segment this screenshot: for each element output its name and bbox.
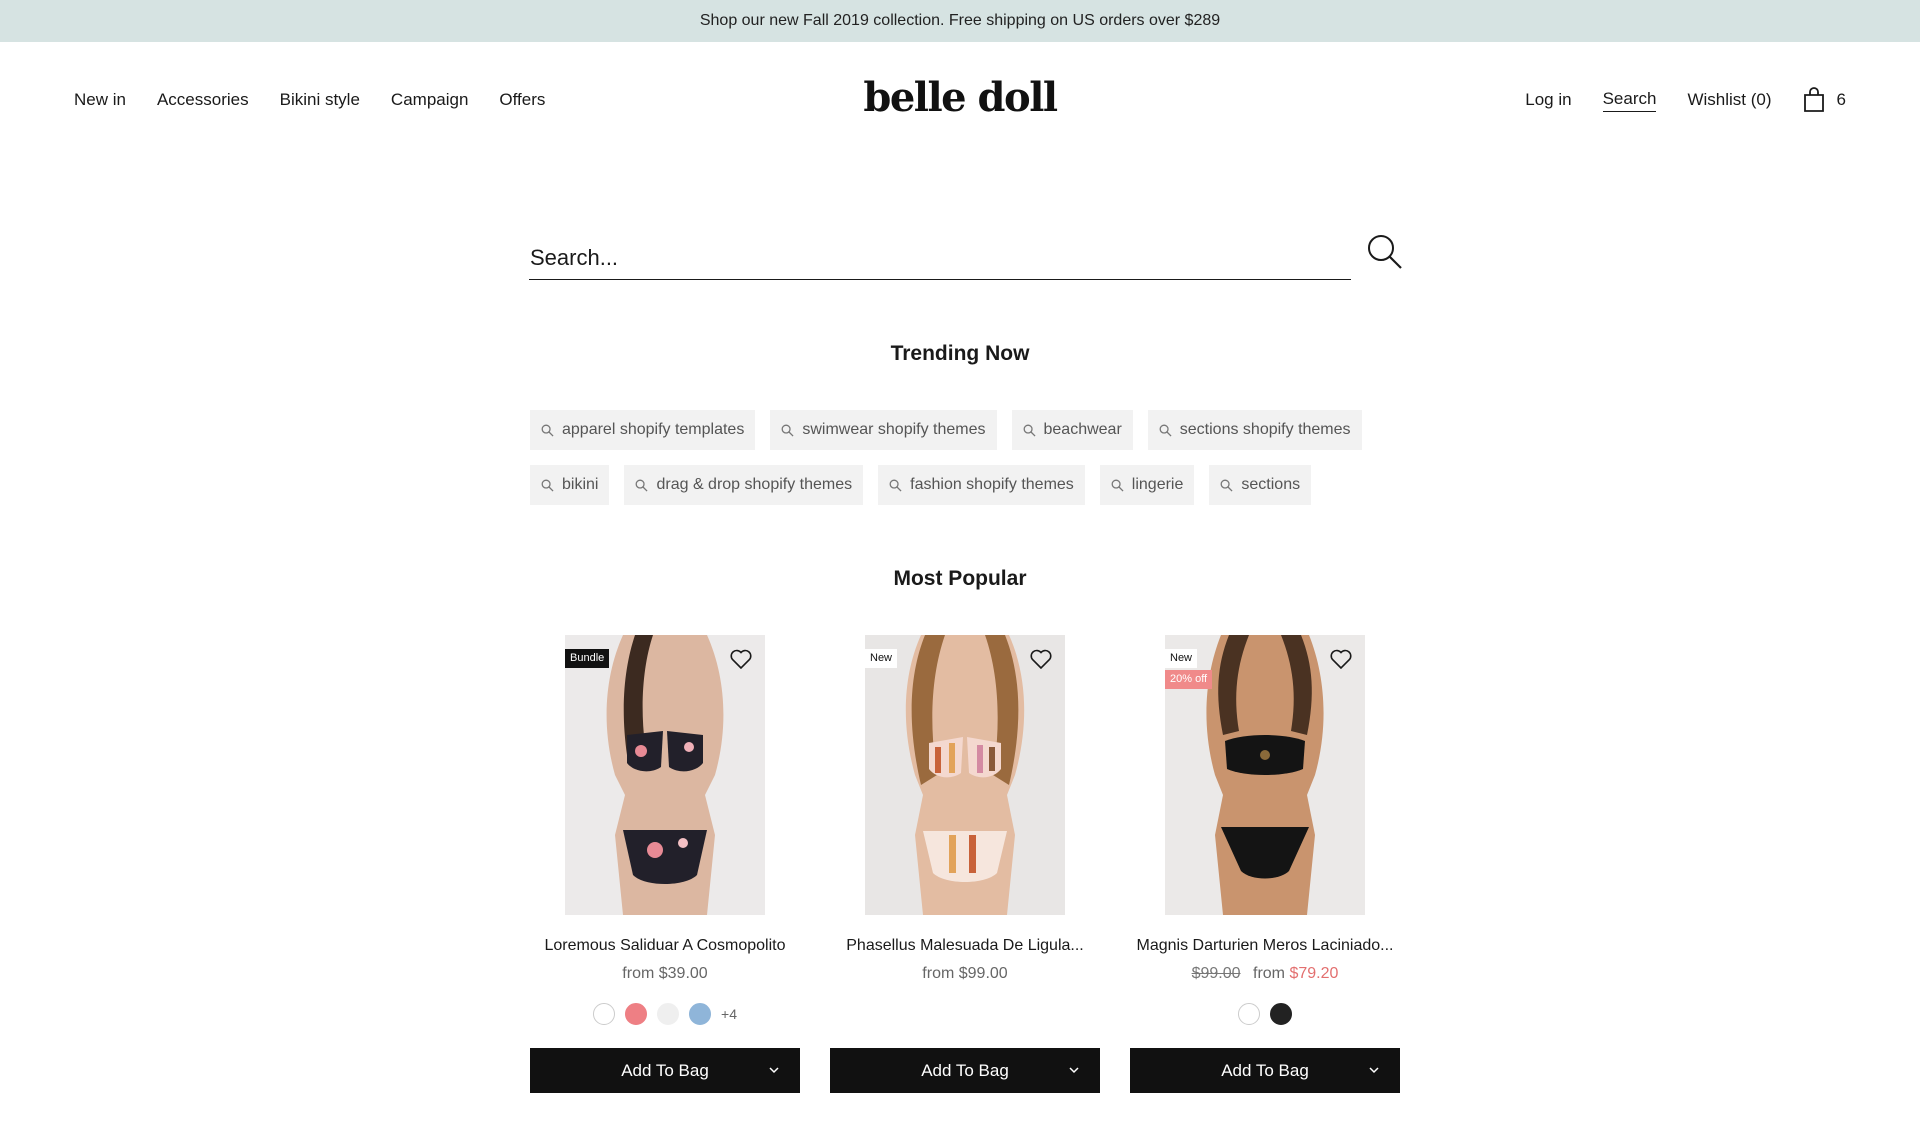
- search-icon: [541, 479, 554, 492]
- trending-tag[interactable]: beachwear: [1011, 410, 1133, 450]
- trending-tag[interactable]: drag & drop shopify themes: [624, 465, 864, 505]
- trending-tag[interactable]: apparel shopify templates: [530, 410, 756, 450]
- product-title[interactable]: Phasellus Malesuada De Ligula...: [830, 937, 1100, 955]
- tag-label: apparel shopify templates: [562, 421, 745, 438]
- trending-tags: apparel shopify templates swimwear shopi…: [530, 410, 1370, 520]
- search-icon: [636, 479, 648, 492]
- heart-icon[interactable]: [1029, 647, 1053, 671]
- search-icon: [1023, 424, 1036, 437]
- tag-label: bikini: [562, 476, 599, 493]
- more-swatches[interactable]: +4: [721, 1006, 737, 1022]
- badge: New: [865, 649, 898, 668]
- product-card: New Phasellus Malesuada De Ligula... fro…: [830, 635, 1100, 1093]
- add-to-bag-label: Add To Bag: [1221, 1060, 1309, 1080]
- search-link[interactable]: Search: [1602, 89, 1657, 112]
- add-to-bag-label: Add To Bag: [921, 1060, 1009, 1080]
- badge: New: [1165, 649, 1198, 668]
- search-icon: [1159, 424, 1172, 437]
- product-price: from $99.00: [922, 965, 1008, 982]
- swatch-black[interactable]: [1270, 1003, 1292, 1025]
- swatch-pink[interactable]: [625, 1003, 648, 1025]
- trending-tag[interactable]: lingerie: [1099, 465, 1195, 505]
- heart-icon[interactable]: [729, 647, 753, 671]
- heart-icon[interactable]: [1329, 647, 1353, 671]
- model-photo: [865, 635, 1065, 915]
- trending-tag[interactable]: sections shopify themes: [1147, 410, 1362, 450]
- sale-price: $79.20: [1289, 965, 1339, 982]
- wishlist-link[interactable]: Wishlist (0): [1687, 90, 1771, 110]
- tag-label: sections: [1241, 476, 1301, 493]
- product-title[interactable]: Magnis Darturien Meros Laciniado...: [1130, 937, 1400, 955]
- site-header: New in Accessories Bikini style Campaign…: [0, 42, 1920, 162]
- tag-label: swimwear shopify themes: [802, 421, 986, 438]
- trending-tag[interactable]: fashion shopify themes: [878, 465, 1085, 505]
- badge: Bundle: [565, 649, 610, 668]
- account-nav: Log in Search Wishlist (0) 6: [1525, 42, 1846, 158]
- product-badges: New 20% off: [1165, 649, 1213, 689]
- trending-tag[interactable]: bikini: [530, 465, 610, 505]
- product-image[interactable]: New: [865, 635, 1065, 915]
- product-price: from $39.00: [622, 965, 708, 982]
- shopping-bag-icon: [1803, 87, 1824, 112]
- search-icon: [889, 479, 902, 492]
- tag-label: drag & drop shopify themes: [656, 476, 853, 493]
- product-image[interactable]: New 20% off: [1165, 635, 1365, 915]
- popular-title: Most Popular: [893, 567, 1027, 590]
- swatch-white[interactable]: [1238, 1003, 1260, 1025]
- discount-badge: 20% off: [1165, 670, 1213, 689]
- search-form: [529, 228, 1351, 282]
- cart-count: 6: [1836, 90, 1846, 109]
- search-icon: [1111, 479, 1124, 492]
- tag-label: lingerie: [1131, 476, 1184, 493]
- product-image[interactable]: Bundle: [565, 635, 765, 915]
- trending-tag[interactable]: sections: [1209, 465, 1312, 505]
- product-card: New 20% off Magnis Darturien Meros Lacin…: [1130, 635, 1400, 1093]
- tag-label: beachwear: [1043, 421, 1122, 438]
- add-to-bag-button[interactable]: Add To Bag: [530, 1048, 800, 1093]
- chevron-down-icon: [1369, 1067, 1379, 1074]
- tag-label: fashion shopify themes: [910, 476, 1074, 493]
- color-swatches: [830, 1003, 1100, 1025]
- add-to-bag-label: Add To Bag: [621, 1060, 709, 1080]
- product-badges: New: [865, 649, 898, 668]
- trending-tag[interactable]: swimwear shopify themes: [770, 410, 997, 450]
- trending-title: Trending Now: [890, 342, 1030, 365]
- product-title[interactable]: Loremous Saliduar A Cosmopolito: [530, 937, 800, 955]
- price-prefix: from: [1253, 965, 1285, 982]
- tag-label: sections shopify themes: [1179, 421, 1351, 438]
- original-price: $99.00: [1191, 965, 1241, 982]
- announcement-bar: Shop our new Fall 2019 collection. Free …: [0, 0, 1920, 42]
- tag-row: apparel shopify templates swimwear shopi…: [530, 410, 1370, 450]
- add-to-bag-button[interactable]: Add To Bag: [830, 1048, 1100, 1093]
- announcement-text: Shop our new Fall 2019 collection. Free …: [699, 12, 1221, 29]
- login-link[interactable]: Log in: [1525, 90, 1571, 110]
- chevron-down-icon: [769, 1067, 779, 1074]
- cart-button[interactable]: 6: [1803, 87, 1846, 113]
- search-icon[interactable]: [1365, 232, 1405, 272]
- tag-row: bikini drag & drop shopify themes fashio…: [530, 465, 1370, 505]
- search-input[interactable]: [529, 228, 1351, 280]
- swatch-blue[interactable]: [689, 1003, 712, 1025]
- color-swatches: +4: [530, 1003, 800, 1025]
- chevron-down-icon: [1069, 1067, 1079, 1074]
- add-to-bag-button[interactable]: Add To Bag: [1130, 1048, 1400, 1093]
- color-swatches: [1130, 1003, 1400, 1025]
- product-price: $99.00 from $79.20: [1130, 965, 1400, 983]
- swatch-white[interactable]: [593, 1003, 616, 1025]
- swatch-light-gray[interactable]: [657, 1003, 680, 1025]
- product-grid: Bundle Loremous Saliduar A Cosmopolito f…: [530, 635, 1401, 1093]
- search-icon: [541, 424, 554, 437]
- search-icon: [1220, 479, 1233, 492]
- search-icon: [781, 424, 794, 437]
- product-card: Bundle Loremous Saliduar A Cosmopolito f…: [530, 635, 800, 1093]
- product-badges: Bundle: [565, 649, 610, 668]
- model-photo: [565, 635, 765, 915]
